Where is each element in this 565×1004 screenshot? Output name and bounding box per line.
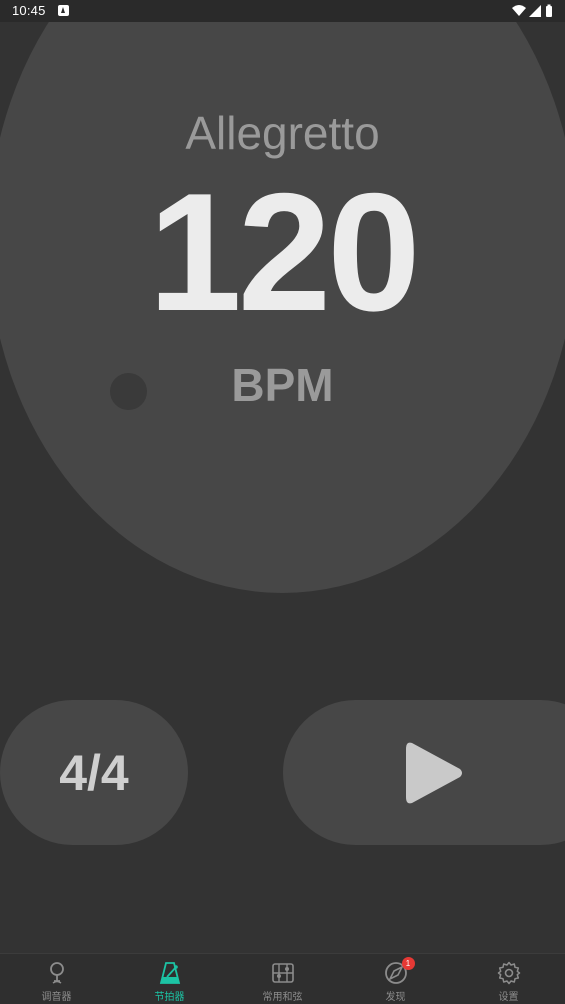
nav-item-chords[interactable]: 常用和弦: [226, 954, 339, 1004]
battery-icon: [546, 4, 552, 17]
metronome-icon: [159, 962, 180, 984]
status-icons: [511, 4, 555, 18]
nav-item-settings[interactable]: 设置: [452, 954, 565, 1004]
nav-item-discover[interactable]: 1 发现: [339, 954, 452, 1004]
tempo-name: Allegretto: [185, 107, 380, 159]
metronome-screen: 10:45 Allegretto 120 BPM 4/4 调音器 节拍器 常用和…: [0, 0, 565, 1004]
bpm-value[interactable]: 120: [0, 168, 565, 336]
nav-label-discover: 发现: [385, 992, 406, 1003]
beat-indicator-dot: [110, 373, 147, 410]
notification-icon: [58, 5, 69, 16]
chord-icon: [271, 963, 294, 983]
status-bar: 10:45: [0, 0, 565, 22]
nav-item-tuner[interactable]: 调音器: [0, 954, 113, 1004]
compass-icon-wrap: 1: [384, 957, 415, 985]
nav-label-settings: 设置: [498, 992, 519, 1003]
bottom-nav: 调音器 节拍器 常用和弦 1 发现 设置: [0, 953, 565, 1004]
gear-icon: [497, 961, 520, 985]
wifi-icon: [512, 5, 526, 16]
time-signature-button[interactable]: 4/4: [0, 700, 188, 845]
tuner-icon: [49, 962, 64, 984]
notification-badge: 1: [401, 957, 415, 970]
status-time: 10:45: [12, 3, 46, 18]
nav-label-metronome: 节拍器: [154, 992, 185, 1003]
time-signature-label: 4/4: [59, 744, 129, 801]
nav-item-metronome[interactable]: 节拍器: [113, 954, 226, 1004]
bpm-unit-label: BPM: [231, 359, 334, 411]
play-button[interactable]: [283, 700, 565, 845]
signal-icon: [529, 5, 541, 17]
play-icon: [406, 742, 462, 804]
nav-label-chords: 常用和弦: [262, 992, 303, 1003]
nav-label-tuner: 调音器: [41, 992, 72, 1003]
